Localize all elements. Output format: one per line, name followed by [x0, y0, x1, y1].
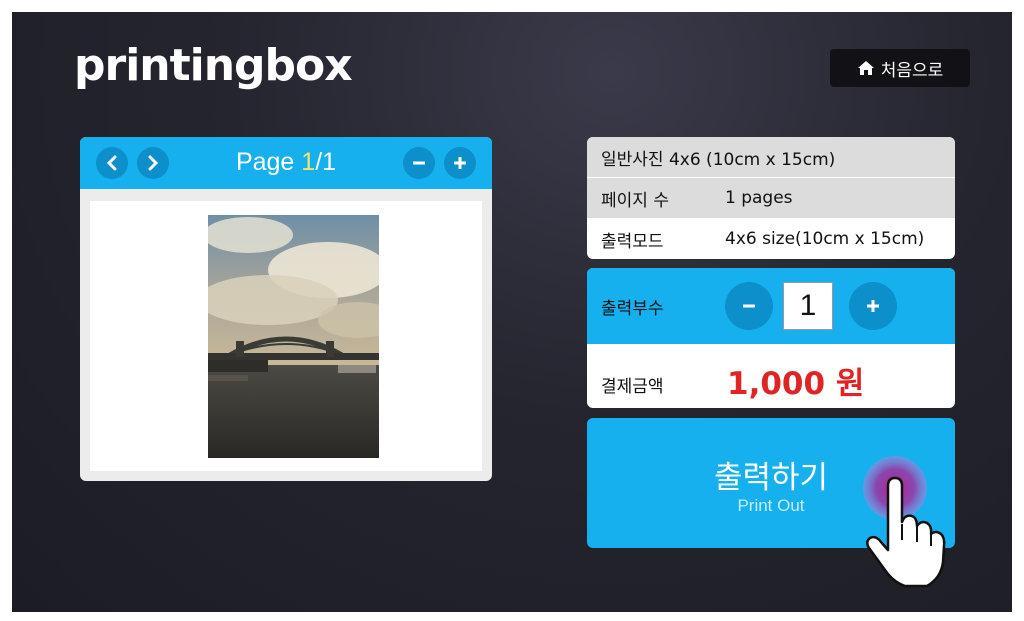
mode-row: 출력모드 4x6 size(10cm x 15cm)	[587, 219, 955, 259]
page-prefix: Page	[235, 148, 302, 176]
product-info-table: 일반사진 4x6 (10cm x 15cm) 페이지 수 1 pages 출력모…	[587, 137, 955, 259]
pages-value: 1 pages	[725, 188, 793, 208]
zoom-in-button[interactable]	[444, 147, 476, 179]
copies-label: 출력부수	[601, 299, 664, 319]
home-button-label: 처음으로	[880, 60, 944, 81]
home-icon	[857, 61, 874, 75]
copies-increase-button[interactable]	[849, 282, 897, 330]
price-value: 1,000 원	[727, 366, 865, 402]
order-panel: 출력부수 1 결제금액 1,000 원	[587, 268, 955, 408]
preview-panel: Page 1/1	[80, 137, 492, 481]
product-name: 일반사진 4x6 (10cm x 15cm)	[601, 149, 836, 170]
minus-icon	[413, 161, 425, 165]
plus-icon	[454, 157, 466, 169]
pages-label: 페이지 수	[601, 190, 669, 211]
copies-decrease-button[interactable]	[725, 282, 773, 330]
page-current: 1	[301, 148, 316, 176]
home-button[interactable]: 처음으로	[830, 49, 970, 87]
zoom-out-button[interactable]	[403, 147, 435, 179]
photo-preview	[208, 215, 379, 458]
mode-label: 출력모드	[601, 231, 664, 252]
hand-pointer-icon	[863, 456, 946, 588]
product-row: 일반사진 4x6 (10cm x 15cm)	[587, 137, 955, 177]
page-total: /1	[315, 148, 337, 176]
preview-page	[90, 201, 482, 471]
mode-value: 4x6 size(10cm x 15cm)	[725, 229, 925, 249]
pages-row: 페이지 수 1 pages	[587, 178, 955, 218]
plus-icon	[867, 300, 879, 312]
preview-header: Page 1/1	[80, 137, 492, 189]
price-label: 결제금액	[601, 377, 664, 397]
copies-row: 출력부수 1	[587, 268, 955, 344]
brand-logo: printingbox	[74, 40, 353, 91]
copies-value[interactable]: 1	[783, 282, 833, 330]
minus-icon	[743, 304, 755, 308]
